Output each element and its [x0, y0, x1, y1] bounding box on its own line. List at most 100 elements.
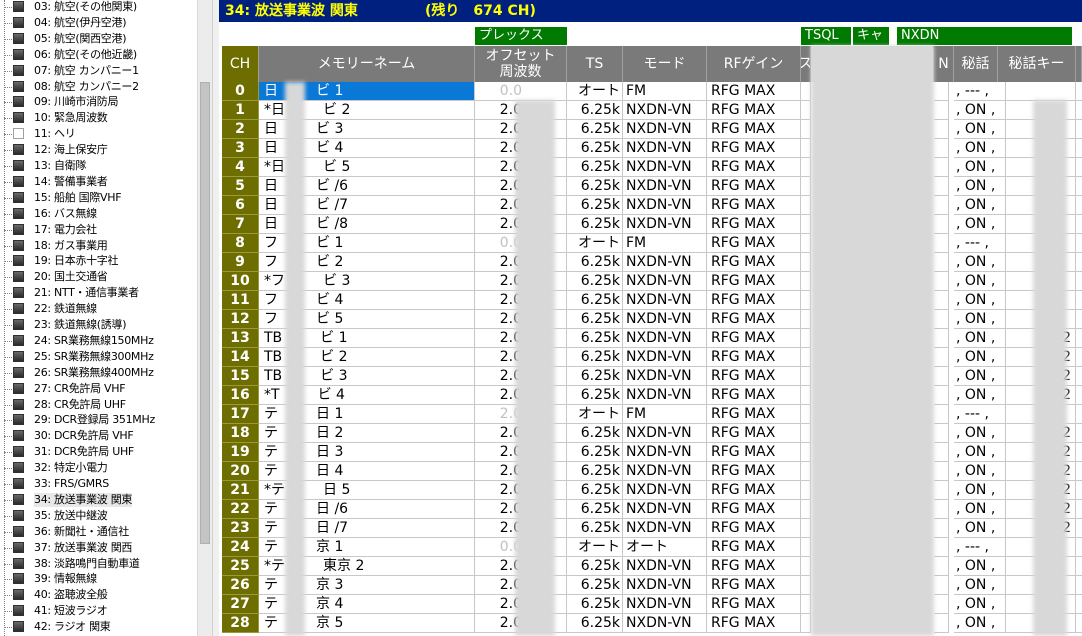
cell-secret[interactable]: , ON , — [954, 177, 1006, 196]
cell-n[interactable] — [934, 595, 949, 614]
table-row[interactable]: 27 テ京 4 2.0 6.25k NXDN-VN RFG MAX, ON , — [219, 595, 1082, 614]
cell-n[interactable] — [934, 519, 949, 538]
cell-ch[interactable]: 7 — [222, 215, 259, 234]
cell-x[interactable] — [801, 139, 811, 158]
cell-ts[interactable]: 6.25k — [567, 424, 623, 443]
table-row[interactable]: 24 テ京 1 0.0 オート オート RFG MAX, --- , — [219, 538, 1082, 557]
cell-rfgain[interactable]: RFG MAX — [707, 120, 801, 139]
cell-next[interactable] — [1076, 519, 1082, 538]
tree-item[interactable]: 10: 緊急周波数 — [0, 110, 197, 126]
cell-next[interactable] — [1076, 101, 1082, 120]
cell-ts[interactable]: 6.25k — [567, 158, 623, 177]
cell-x[interactable] — [801, 576, 811, 595]
tree-item[interactable]: 23: 鉄道無線(誘導) — [0, 317, 197, 333]
cell-secret[interactable]: , --- , — [954, 405, 1006, 424]
cell-secret[interactable]: , ON , — [954, 120, 1006, 139]
cell-mode[interactable]: NXDN-VN — [623, 329, 707, 348]
table-row[interactable]: 23テ日 /72.06.25kNXDN-VNRFG MAX, ON ,2 — [219, 519, 1082, 538]
table-row[interactable]: 1 *日ビ 2 2.0 6.25k NXDN-VN RFG MAX, ON , — [219, 101, 1082, 120]
cell-x[interactable] — [801, 481, 811, 500]
tree-item[interactable]: 18: ガス事業用 — [0, 238, 197, 254]
cell-rfgain[interactable]: RFG MAX — [707, 82, 801, 101]
cell-n[interactable] — [934, 538, 949, 557]
cell-n[interactable] — [934, 120, 949, 139]
cell-x[interactable] — [801, 367, 811, 386]
tree-item[interactable]: 12: 海上保安庁 — [0, 142, 197, 158]
tree-item[interactable]: 36: 新聞社・通信社 — [0, 524, 197, 540]
cell-secret[interactable]: , --- , — [954, 82, 1006, 101]
cell-rfgain[interactable]: RFG MAX — [707, 462, 801, 481]
cell-secret[interactable]: , ON , — [954, 329, 1006, 348]
cell-ts[interactable]: 6.25k — [567, 500, 623, 519]
table-row[interactable]: 21*テ日 52.06.25kNXDN-VNRFG MAX, ON ,2 — [219, 481, 1082, 500]
cell-mode[interactable]: NXDN-VN — [623, 614, 707, 633]
column-header-secret-key[interactable]: 秘話キー — [998, 46, 1076, 82]
cell-next[interactable] — [1076, 82, 1082, 101]
table-row[interactable]: 16*Tビ 42.06.25kNXDN-VNRFG MAX, ON ,2 — [219, 386, 1082, 405]
table-row[interactable]: 2日ビ 3 2.0 6.25k NXDN-VN RFG MAX, ON , — [219, 120, 1082, 139]
cell-x[interactable] — [801, 177, 811, 196]
cell-secret[interactable]: , ON , — [954, 443, 1006, 462]
cell-mode[interactable]: NXDN-VN — [623, 576, 707, 595]
table-row[interactable]: 10 *フビ 3 2.0 6.25k NXDN-VN RFG MAX, ON , — [219, 272, 1082, 291]
cell-ch[interactable]: 19 — [222, 443, 259, 462]
scrollbar-thumb[interactable] — [200, 82, 210, 544]
cell-n[interactable] — [934, 462, 949, 481]
cell-n[interactable] — [934, 557, 949, 576]
tree-item[interactable]: 26: SR業務無線400MHz — [0, 365, 197, 381]
cell-secret[interactable]: , ON , — [954, 500, 1006, 519]
table-row[interactable]: 19テ日 32.06.25kNXDN-VNRFG MAX, ON ,2 — [219, 443, 1082, 462]
cell-ts[interactable]: 6.25k — [567, 310, 623, 329]
cell-mode[interactable]: NXDN-VN — [623, 519, 707, 538]
cell-n[interactable] — [934, 253, 949, 272]
cell-rfgain[interactable]: RFG MAX — [707, 614, 801, 633]
cell-n[interactable] — [934, 234, 949, 253]
tree-item[interactable]: 17: 電力会社 — [0, 222, 197, 238]
cell-n[interactable] — [934, 196, 949, 215]
cell-rfgain[interactable]: RFG MAX — [707, 101, 801, 120]
table-row[interactable]: 20テ日 42.06.25kNXDN-VNRFG MAX, ON ,2 — [219, 462, 1082, 481]
cell-ts[interactable]: 6.25k — [567, 120, 623, 139]
cell-secret[interactable]: , ON , — [954, 348, 1006, 367]
cell-n[interactable] — [934, 158, 949, 177]
table-row[interactable]: 22テ日 /62.06.25kNXDN-VNRFG MAX, ON ,2 — [219, 500, 1082, 519]
cell-n[interactable] — [934, 443, 949, 462]
cell-mode[interactable]: NXDN-VN — [623, 443, 707, 462]
tree-item[interactable]: 08: 航空 カンパニー2 — [0, 79, 197, 95]
cell-n[interactable] — [934, 215, 949, 234]
cell-x[interactable] — [801, 348, 811, 367]
cell-ts[interactable]: 6.25k — [567, 576, 623, 595]
cell-rfgain[interactable]: RFG MAX — [707, 196, 801, 215]
cell-rfgain[interactable]: RFG MAX — [707, 215, 801, 234]
cell-rfgain[interactable]: RFG MAX — [707, 386, 801, 405]
cell-ts[interactable]: 6.25k — [567, 595, 623, 614]
tree-item[interactable]: 06: 航空(その他近畿) — [0, 47, 197, 63]
cell-mode[interactable]: NXDN-VN — [623, 101, 707, 120]
cell-next[interactable] — [1076, 481, 1082, 500]
column-header-n[interactable]: N — [934, 46, 954, 82]
cell-secret[interactable]: , ON , — [954, 386, 1006, 405]
cell-next[interactable] — [1076, 158, 1082, 177]
cell-x[interactable] — [801, 310, 811, 329]
cell-x[interactable] — [801, 291, 811, 310]
cell-next[interactable] — [1076, 443, 1082, 462]
cell-secret[interactable]: , ON , — [954, 519, 1006, 538]
cell-mode[interactable]: オート — [623, 538, 707, 557]
cell-rfgain[interactable]: RFG MAX — [707, 424, 801, 443]
tree-item[interactable]: 39: 情報無線 — [0, 571, 197, 587]
tree-item[interactable]: 09: 川崎市消防局 — [0, 94, 197, 110]
cell-ts[interactable]: 6.25k — [567, 462, 623, 481]
cell-ts[interactable]: オート — [567, 405, 623, 424]
cell-x[interactable] — [801, 253, 811, 272]
column-header-x[interactable]: ス — [801, 46, 811, 82]
tree-item[interactable]: 29: DCR登録局 351MHz — [0, 412, 197, 428]
cell-ts[interactable]: 6.25k — [567, 215, 623, 234]
cell-n[interactable] — [934, 291, 949, 310]
cell-x[interactable] — [801, 196, 811, 215]
tree-item[interactable]: 24: SR業務無線150MHz — [0, 333, 197, 349]
cell-ch[interactable]: 4 — [222, 158, 259, 177]
tree-item[interactable]: 34: 放送事業波 関東 — [0, 492, 197, 508]
cell-x[interactable] — [801, 614, 811, 633]
cell-rfgain[interactable]: RFG MAX — [707, 177, 801, 196]
cell-ts[interactable]: 6.25k — [567, 367, 623, 386]
